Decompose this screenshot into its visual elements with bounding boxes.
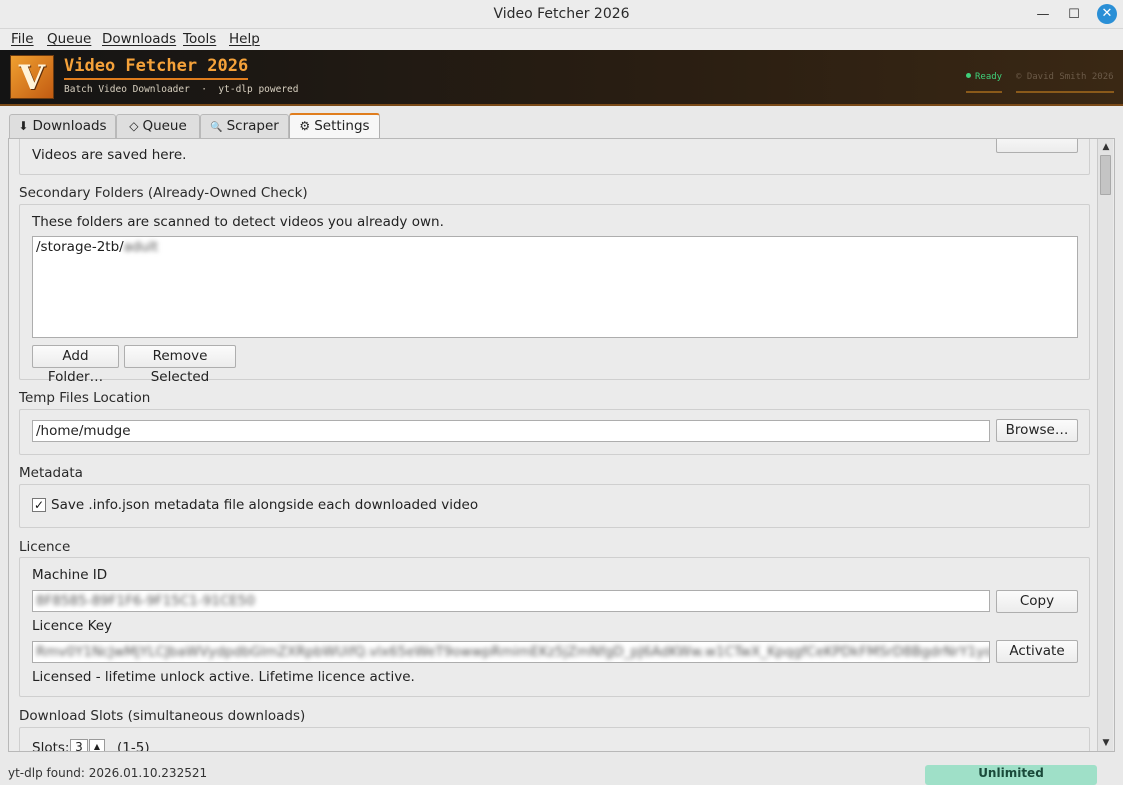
tab-label: Downloads bbox=[32, 118, 107, 134]
menu-bar: File Queue Downloads Tools Help bbox=[0, 29, 1123, 50]
temp-files-title: Temp Files Location bbox=[19, 390, 151, 406]
licence-title: Licence bbox=[19, 539, 71, 555]
tab-label: Settings bbox=[314, 118, 370, 134]
machine-id-value: 8F8585-89F1F6-9F15C1-91CE50 bbox=[36, 593, 256, 609]
menu-help[interactable]: Help bbox=[229, 31, 260, 47]
folder-path-redacted: adult bbox=[123, 239, 159, 255]
chevron-up-icon[interactable]: ▲ bbox=[89, 739, 105, 751]
slots-group bbox=[19, 727, 1090, 751]
close-icon[interactable]: ✕ bbox=[1097, 4, 1117, 24]
tab-scraper[interactable]: 🔍 Scraper bbox=[200, 114, 289, 138]
status-bar-text: yt-dlp found: 2026.01.10.232521 bbox=[8, 766, 208, 780]
metadata-checkbox-label: Save .info.json metadata file alongside … bbox=[51, 497, 479, 513]
licence-key-field[interactable]: Rmv0Y1NcJwMjYLCJbaWVydpdbGlmZXRpbWUifQ.v… bbox=[32, 641, 990, 663]
scroll-up-icon[interactable]: ▲ bbox=[1098, 140, 1114, 154]
app-logo: V bbox=[10, 55, 54, 99]
window-titlebar: Video Fetcher 2026 — ☐ ✕ bbox=[0, 0, 1123, 29]
status-indicator: Ready bbox=[966, 72, 1003, 93]
folder-path: /storage-2tb/ bbox=[36, 239, 124, 255]
secondary-folders-note: These folders are scanned to detect vide… bbox=[32, 214, 444, 230]
menu-queue[interactable]: Queue bbox=[47, 31, 91, 47]
download-folder-browse-button[interactable] bbox=[996, 139, 1078, 153]
licence-key-label: Licence Key bbox=[32, 618, 113, 634]
logo-letter: V bbox=[18, 58, 46, 98]
metadata-title: Metadata bbox=[19, 465, 83, 481]
scroll-down-icon[interactable]: ▼ bbox=[1098, 736, 1114, 750]
copyright-text: © David Smith 2026 bbox=[1016, 72, 1114, 93]
download-folder-note: Videos are saved here. bbox=[32, 147, 187, 163]
machine-id-label: Machine ID bbox=[32, 567, 108, 583]
menu-file[interactable]: File bbox=[11, 31, 34, 47]
status-dot-icon bbox=[966, 73, 971, 78]
tab-label: Scraper bbox=[226, 118, 279, 134]
slots-spinbox[interactable]: 3 bbox=[70, 739, 88, 751]
temp-path-input[interactable]: /home/mudge bbox=[32, 420, 990, 442]
secondary-folders-title: Secondary Folders (Already-Owned Check) bbox=[19, 185, 308, 201]
activate-button[interactable]: Activate bbox=[996, 640, 1078, 663]
settings-panel[interactable]: Videos are saved here. Secondary Folders… bbox=[8, 138, 1115, 752]
tab-queue[interactable]: ◇ Queue bbox=[116, 114, 200, 138]
tab-settings[interactable]: ⚙ Settings bbox=[289, 113, 380, 139]
download-icon: ⬇ bbox=[18, 119, 29, 133]
secondary-folders-list[interactable]: /storage-2tb/adult bbox=[32, 236, 1078, 338]
gear-icon: ⚙ bbox=[299, 119, 311, 133]
app-banner: V Video Fetcher 2026 Batch Video Downloa… bbox=[0, 50, 1123, 106]
search-icon: 🔍 bbox=[210, 122, 223, 133]
menu-tools[interactable]: Tools bbox=[183, 31, 216, 47]
licence-status-pill: Unlimited bbox=[925, 765, 1097, 785]
copy-button[interactable]: Copy bbox=[996, 590, 1078, 613]
browse-button[interactable]: Browse… bbox=[996, 419, 1078, 442]
menu-downloads[interactable]: Downloads bbox=[102, 31, 176, 47]
list-item[interactable]: /storage-2tb/adult bbox=[36, 239, 158, 255]
slots-label: Slots: bbox=[32, 740, 70, 752]
metadata-checkbox[interactable]: ✓ bbox=[32, 498, 46, 512]
slots-title: Download Slots (simultaneous downloads) bbox=[19, 708, 306, 724]
app-subtitle: Batch Video Downloader · yt-dlp powered bbox=[64, 84, 299, 95]
maximize-icon[interactable]: ☐ bbox=[1064, 5, 1084, 25]
licence-key-value: Rmv0Y1NcJwMjYLCJbaWVydpdbGlmZXRpbWUifQ.v… bbox=[36, 644, 990, 660]
remove-selected-button[interactable]: Remove Selected bbox=[124, 345, 236, 385]
machine-id-field[interactable]: 8F8585-89F1F6-9F15C1-91CE50 bbox=[32, 590, 990, 612]
status-bar: yt-dlp found: 2026.01.10.232521 Unlimite… bbox=[0, 752, 1123, 785]
slots-range: (1-5) bbox=[117, 740, 150, 752]
status-text: Ready bbox=[975, 72, 1003, 82]
settings-scrollbar[interactable]: ▲ ▼ bbox=[1097, 139, 1113, 751]
tag-icon: ◇ bbox=[129, 119, 139, 133]
app-name: Video Fetcher 2026 bbox=[64, 56, 249, 80]
add-folder-button[interactable]: Add Folder… bbox=[32, 345, 119, 385]
licence-status: Licensed - lifetime unlock active. Lifet… bbox=[32, 669, 415, 685]
minimize-icon[interactable]: — bbox=[1033, 5, 1053, 25]
main-tabs: ⬇ Downloads ◇ Queue 🔍 Scraper ⚙ Settings bbox=[0, 106, 1123, 139]
tab-label: Queue bbox=[142, 118, 187, 134]
window-title: Video Fetcher 2026 bbox=[493, 6, 630, 22]
tab-downloads[interactable]: ⬇ Downloads bbox=[9, 114, 116, 138]
scrollbar-thumb[interactable] bbox=[1100, 155, 1111, 195]
